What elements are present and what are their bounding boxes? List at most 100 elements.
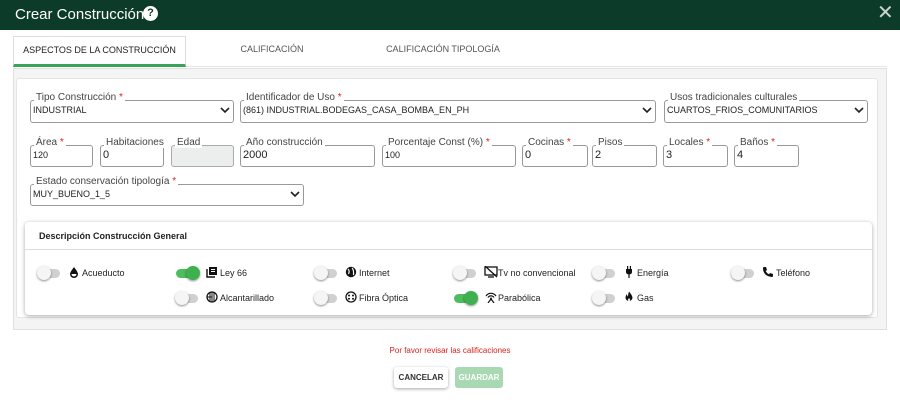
input-box bbox=[382, 145, 516, 167]
toggle-knob bbox=[37, 266, 51, 280]
power-plug-icon bbox=[626, 266, 632, 278]
usos-tradicionales-select[interactable]: Usos tradicionales culturales CUARTOS_FR… bbox=[664, 92, 868, 123]
toggle-acueducto[interactable]: Acueducto bbox=[37, 266, 138, 282]
toggle-label: Energía bbox=[637, 268, 669, 278]
validation-message: Por favor revisar las calificaciones bbox=[389, 346, 511, 355]
area-input[interactable]: Área * 120 bbox=[30, 137, 93, 167]
cancel-button[interactable]: CANCELAR bbox=[394, 367, 448, 388]
tab-calificacion-tipologia[interactable]: CALIFICACIÓN TIPOLOGÍA bbox=[363, 36, 523, 67]
toggle-knob bbox=[731, 266, 745, 280]
fiber-icon bbox=[345, 291, 357, 303]
porcentaje-const-input[interactable]: Porcentaje Const (%) * 100 bbox=[382, 137, 516, 167]
required-mark: * bbox=[771, 137, 776, 148]
field-value: 0 bbox=[103, 149, 110, 161]
estado-conservacion-select[interactable]: Estado conservación tipología * MUY_BUEN… bbox=[30, 176, 304, 206]
toggle-ley-66[interactable]: Ley 66 bbox=[176, 266, 266, 282]
toggle-alcantarillado[interactable]: Alcantarillado bbox=[175, 291, 286, 307]
toggle-label: Gas bbox=[637, 293, 654, 303]
input-box bbox=[592, 145, 657, 167]
save-button[interactable]: GUARDAR bbox=[455, 367, 503, 388]
label-text: Área bbox=[36, 137, 58, 148]
toggle-label: Acueducto bbox=[82, 268, 125, 278]
field-value: INDUSTRIAL bbox=[33, 105, 87, 115]
field-label: Locales * bbox=[667, 137, 713, 148]
toggle-knob bbox=[175, 291, 189, 305]
required-mark: * bbox=[337, 92, 342, 103]
toggle-gas[interactable]: Gas bbox=[592, 291, 673, 307]
input-box bbox=[734, 145, 799, 167]
close-icon[interactable]: ✕ bbox=[877, 3, 894, 23]
toggle-label: Parabólica bbox=[498, 293, 541, 303]
satellite-antenna-icon bbox=[485, 292, 497, 303]
dialog-title: Crear Construcción bbox=[15, 6, 145, 23]
toggle-internet[interactable]: Internet bbox=[314, 266, 415, 282]
required-mark: * bbox=[485, 137, 490, 148]
banos-input[interactable]: Baños * 4 bbox=[734, 137, 799, 167]
edad-input: Edad bbox=[171, 137, 234, 167]
toggle-fibra-optica[interactable]: Fibra Óptica bbox=[314, 291, 425, 307]
anio-construccion-input[interactable]: Año construcción 2000 bbox=[240, 137, 375, 167]
tv-off-icon bbox=[484, 266, 498, 278]
sewer-icon bbox=[206, 291, 218, 303]
required-mark: * bbox=[59, 137, 64, 148]
field-label: Porcentaje Const (%) * bbox=[386, 137, 492, 148]
toggle-tv-no-convencional[interactable]: Tv no convencional bbox=[453, 266, 584, 282]
chevron-down-icon bbox=[854, 107, 864, 114]
field-value: MUY_BUENO_1_5 bbox=[33, 189, 111, 199]
toggle-telefono[interactable]: Teléfono bbox=[731, 266, 822, 282]
toggle-parabolica[interactable]: Parabólica bbox=[454, 291, 564, 307]
locales-input[interactable]: Locales * 3 bbox=[663, 137, 728, 167]
flame-icon bbox=[625, 291, 633, 302]
toggle-energia[interactable]: Energía bbox=[592, 266, 683, 282]
field-label: Estado conservación tipología * bbox=[34, 176, 179, 187]
label-text: Tipo Construcción bbox=[36, 92, 117, 103]
tipo-construccion-select[interactable]: Tipo Construcción * INDUSTRIAL bbox=[30, 92, 234, 123]
field-value: 120 bbox=[33, 150, 49, 160]
field-value: (861) INDUSTRIAL.BODEGAS_CASA_BOMBA_EN_P… bbox=[243, 105, 470, 115]
label-text: Identificador de Uso bbox=[246, 92, 335, 103]
field-label: Habitaciones bbox=[104, 137, 166, 148]
required-mark: * bbox=[119, 92, 123, 103]
toggle-knob bbox=[592, 266, 606, 280]
field-label: Pisos bbox=[596, 137, 625, 148]
water-drop-icon bbox=[70, 267, 78, 278]
toggle-label: Teléfono bbox=[776, 268, 811, 278]
field-value: 3 bbox=[666, 149, 673, 161]
pisos-input[interactable]: Pisos 2 bbox=[592, 137, 657, 167]
toggle-label: Ley 66 bbox=[220, 268, 248, 278]
toggle-label: Internet bbox=[359, 268, 390, 278]
help-icon[interactable]: ? bbox=[143, 6, 158, 21]
label-text: Locales bbox=[669, 137, 704, 148]
card-title: Descripción Construcción General bbox=[39, 231, 188, 241]
toggle-knob bbox=[314, 291, 328, 305]
tab-aspectos-construccion[interactable]: ASPECTOS DE LA CONSTRUCCIÓN bbox=[13, 36, 186, 67]
field-label: Área * bbox=[34, 137, 66, 148]
cocinas-input[interactable]: Cocinas * 0 bbox=[522, 137, 588, 167]
library-books-icon bbox=[206, 267, 217, 278]
tab-calificacion[interactable]: CALIFICACIÓN bbox=[213, 36, 331, 67]
field-label: Identificador de Uso * bbox=[244, 92, 344, 103]
toggle-label: Fibra Óptica bbox=[359, 293, 409, 303]
field-label: Edad bbox=[175, 137, 203, 148]
field-label: Cocinas * bbox=[526, 137, 573, 148]
chevron-down-icon bbox=[290, 191, 300, 198]
label-text: Baños bbox=[740, 137, 769, 148]
toggle-knob bbox=[314, 266, 328, 280]
card-header: Descripción Construcción General bbox=[25, 222, 872, 250]
field-value: CUARTOS_FRIOS_COMUNITARIOS bbox=[667, 105, 818, 115]
toggle-knob bbox=[453, 266, 467, 280]
field-value: 4 bbox=[737, 149, 744, 161]
input-box bbox=[522, 145, 588, 167]
identificador-uso-select[interactable]: Identificador de Uso * (861) INDUSTRIAL.… bbox=[240, 92, 656, 123]
toggle-label: Alcantarillado bbox=[220, 293, 275, 303]
tab-bar: ASPECTOS DE LA CONSTRUCCIÓN CALIFICACIÓN… bbox=[13, 36, 887, 67]
toggle-knob bbox=[186, 266, 200, 280]
required-mark: * bbox=[172, 176, 177, 187]
label-text: Estado conservación tipología bbox=[36, 176, 170, 187]
field-label: Usos tradicionales culturales bbox=[668, 92, 800, 103]
label-text: Cocinas bbox=[528, 137, 565, 148]
globe-icon bbox=[345, 266, 357, 278]
chevron-down-icon bbox=[642, 107, 652, 114]
habitaciones-input[interactable]: Habitaciones 0 bbox=[100, 137, 166, 167]
chevron-down-icon bbox=[220, 107, 230, 114]
